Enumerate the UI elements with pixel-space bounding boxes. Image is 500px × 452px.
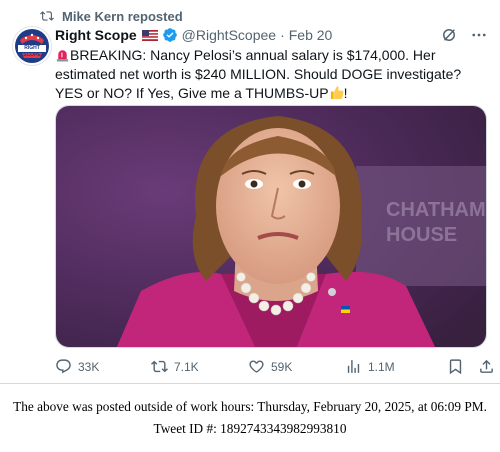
heart-icon <box>249 360 264 373</box>
repost-icon <box>40 11 54 21</box>
reply-icon <box>56 359 71 374</box>
svg-text:CHATHAM: CHATHAM <box>386 199 486 221</box>
retweet-count: 7.1K <box>174 359 199 374</box>
retweet-icon <box>151 360 168 373</box>
share-icon[interactable] <box>478 358 495 375</box>
like-button[interactable]: 59K <box>248 358 292 375</box>
views-button[interactable]: 1.1M <box>345 358 395 375</box>
more-options-icon[interactable] <box>470 26 488 44</box>
repost-context: Mike Kern reposted <box>40 7 183 25</box>
svg-text:HOUSE: HOUSE <box>386 224 457 246</box>
like-count: 59K <box>271 359 293 374</box>
tweet-photo[interactable]: CHATHAM HOUSE <box>55 105 487 348</box>
tweet-card[interactable]: Mike Kern reposted RIGHT SCOPE Right Sco… <box>0 0 500 384</box>
display-name[interactable]: Right Scope <box>55 27 137 43</box>
avatar[interactable]: RIGHT SCOPE <box>12 26 52 66</box>
views-chart-icon <box>347 360 360 373</box>
tweet-actions: 33K 7.1K 59K 1.1M <box>55 358 495 378</box>
retweet-button[interactable]: 7.1K <box>151 358 199 375</box>
tweet-text-end: ! <box>343 85 348 101</box>
verified-badge-icon <box>162 28 177 42</box>
thumbs-up-icon <box>330 86 344 100</box>
reply-count: 33K <box>78 359 100 374</box>
reply-button[interactable]: 33K <box>55 358 99 375</box>
siren-icon <box>56 50 69 62</box>
repost-label[interactable]: Mike Kern reposted <box>62 9 183 24</box>
grok-icon[interactable] <box>440 26 458 44</box>
tweet-date[interactable]: Feb 20 <box>289 27 333 43</box>
tweet-text: BREAKING: Nancy Pelosi’s annual salary i… <box>55 46 485 103</box>
posting-info: The above was posted outside of work hou… <box>0 396 500 440</box>
header-separator: · <box>280 27 285 43</box>
tweet-id-note: Tweet ID #: 1892743343982993810 <box>153 421 347 436</box>
portrait-photo: CHATHAM HOUSE <box>56 106 486 347</box>
tweet-text-main: BREAKING: Nancy Pelosi’s annual salary i… <box>55 47 462 101</box>
tweet-header: Right Scope @RightScopee · Feb 20 <box>55 25 488 45</box>
author-handle[interactable]: @RightScopee <box>182 27 276 43</box>
views-count: 1.1M <box>368 359 395 374</box>
avatar-text: RIGHT SCOPE <box>23 45 41 58</box>
us-flag-icon <box>141 29 158 41</box>
bookmark-icon[interactable] <box>447 358 464 375</box>
posting-time-note: The above was posted outside of work hou… <box>13 399 487 414</box>
